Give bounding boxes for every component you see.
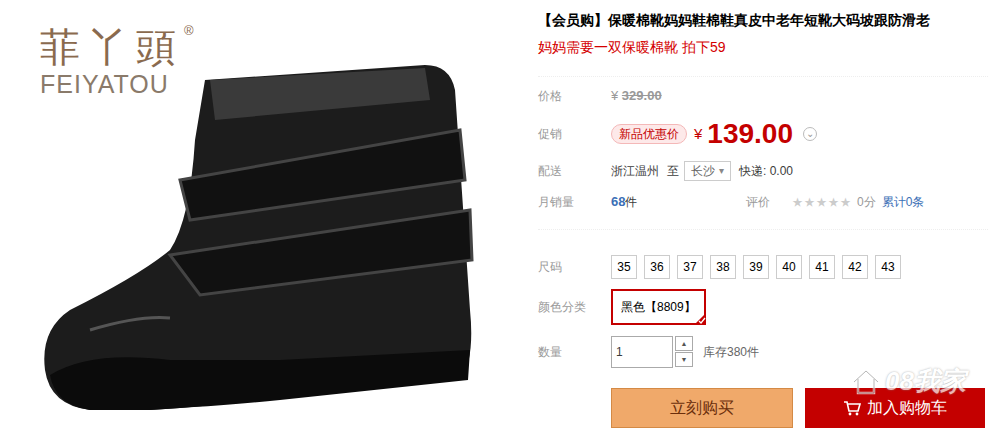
currency: ¥: [694, 123, 702, 146]
info-row: 颜色分类黑色【8809】: [538, 289, 988, 325]
rating-total[interactable]: 累计0条: [882, 193, 925, 211]
product-details: 【会员购】保暖棉靴妈妈鞋棉鞋真皮中老年短靴大码坡跟防滑老妈妈需要一双保暖棉靴 拍…: [525, 0, 988, 428]
check-icon: [694, 313, 706, 325]
info-row: 配送浙江温州至长沙▾ 快递: 0.00: [538, 155, 988, 187]
watermark: 08我家: [851, 362, 966, 401]
original-price: ¥ 329.00: [611, 86, 662, 106]
dropdown-icon: ▾: [719, 162, 724, 180]
info-row: 促销新品优惠价 ¥139.00 ⌄: [538, 113, 988, 155]
house-icon: [851, 368, 881, 396]
row-label: 价格: [538, 87, 611, 105]
row-label: 配送: [538, 162, 611, 180]
size-options: 35 36 37 38 39 40 41 42 43: [611, 255, 901, 279]
size-option[interactable]: 36: [644, 255, 670, 279]
sales-unit: 件: [625, 195, 637, 209]
quantity-input[interactable]: [611, 336, 673, 368]
size-option[interactable]: 35: [611, 255, 637, 279]
city-select[interactable]: 长沙▾: [684, 161, 731, 181]
row-label: 促销: [538, 125, 611, 143]
info-row: 月销量68件评价★★★★★0分累计0条: [538, 187, 988, 217]
size-option[interactable]: 41: [809, 255, 835, 279]
logo-row: 菲丫頭®: [40, 24, 194, 70]
quantity-stepper: ▲▼: [675, 336, 693, 367]
info-row: 价格¥ 329.00: [538, 79, 988, 113]
promo-price: 139.00: [707, 117, 793, 151]
size-option[interactable]: 42: [842, 255, 868, 279]
price-value: 329.00: [622, 88, 662, 103]
star-icon: ★: [804, 196, 815, 208]
watermark-text: 08我家: [885, 362, 966, 401]
size-option[interactable]: 38: [710, 255, 736, 279]
star-icon: ★: [828, 196, 839, 208]
color-label: 黑色【8809】: [621, 298, 696, 316]
row-label: 颜色分类: [538, 298, 611, 316]
promo-tag: 新品优惠价: [611, 124, 687, 144]
rating-stars: ★★★★★: [792, 196, 851, 208]
row-label: 月销量: [538, 193, 611, 211]
decrease-button[interactable]: ▼: [675, 352, 693, 367]
delivery-to-word: 至: [667, 162, 679, 180]
button-label: 立刻购买: [670, 396, 734, 420]
logo-name: 菲丫頭: [40, 24, 184, 70]
row-label: 数量: [538, 343, 611, 361]
promo-toggle[interactable]: ⌄: [803, 127, 817, 141]
currency: ¥: [611, 88, 618, 103]
star-icon: ★: [792, 196, 803, 208]
info-row: 数量 ▲▼ 库存380件: [538, 335, 988, 368]
size-option[interactable]: 37: [677, 255, 703, 279]
star-icon: ★: [840, 196, 851, 208]
size-option[interactable]: 39: [743, 255, 769, 279]
row-label: 尺码: [538, 258, 611, 276]
size-option[interactable]: 40: [776, 255, 802, 279]
delivery-from: 浙江温州: [611, 162, 659, 180]
logo-registered: ®: [184, 24, 194, 38]
boot-photo-icon: [30, 60, 490, 420]
product-title: 【会员购】保暖棉靴妈妈鞋棉鞋真皮中老年短靴大码坡跟防滑老: [538, 9, 988, 29]
sales-count: 68: [611, 194, 625, 209]
increase-button[interactable]: ▲: [675, 336, 693, 351]
star-icon: ★: [816, 196, 827, 208]
shipping-fee: 快递: 0.00: [739, 162, 793, 180]
rating-label: 评价: [746, 193, 792, 211]
size-option[interactable]: 43: [875, 255, 901, 279]
monthly-sales: 68件: [611, 192, 746, 212]
price-panel: 价格¥ 329.00促销新品优惠价¥139.00⌄配送浙江温州至长沙▾快递: 0…: [538, 76, 988, 230]
product-image[interactable]: 菲丫頭®FEIYATOU: [0, 0, 525, 428]
stock-count: 库存380件: [703, 343, 759, 361]
product-promo: 妈妈需要一双保暖棉靴 拍下59: [538, 36, 988, 58]
logo-latin: FEIYATOU: [40, 70, 194, 98]
rating-score: 0分: [857, 193, 876, 211]
button-label: 加入购物车: [867, 396, 947, 420]
color-option[interactable]: 黑色【8809】: [611, 289, 706, 325]
brand-logo: 菲丫頭®FEIYATOU: [40, 24, 194, 98]
cart-icon: [843, 400, 861, 416]
buy-now-button[interactable]: 立刻购买: [611, 388, 793, 428]
info-row: 尺码35 36 37 38 39 40 41 42 43: [538, 255, 988, 279]
city-name: 长沙: [691, 162, 715, 180]
